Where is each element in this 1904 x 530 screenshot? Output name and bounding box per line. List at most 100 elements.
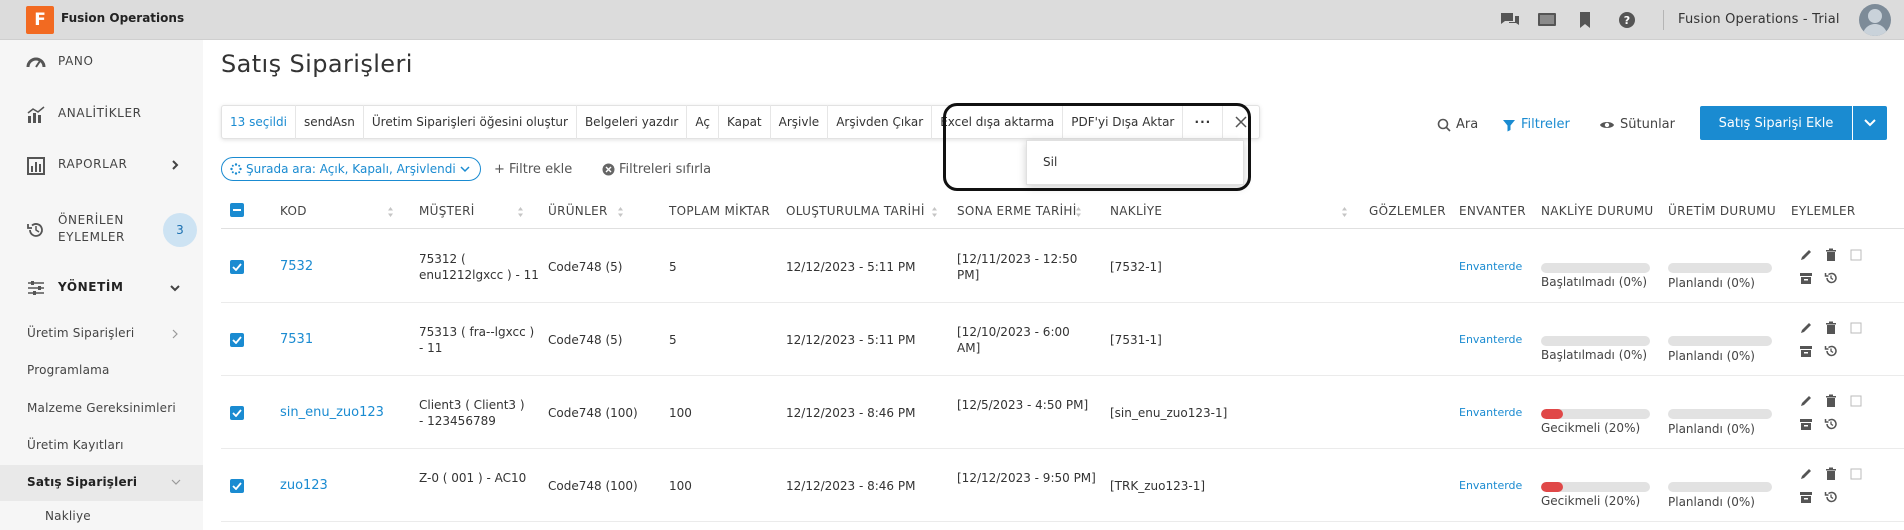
delete-icon[interactable]: [1824, 467, 1840, 483]
settings-sliders-icon: [26, 279, 46, 297]
sort-icon[interactable]: [931, 206, 938, 218]
expiry-date-line1: [12/5/2023 - 4:50 PM]: [957, 398, 1089, 412]
row-checkbox[interactable]: [230, 260, 244, 274]
sidebar-item-raporlar[interactable]: RAPORLAR: [0, 147, 203, 183]
reset-filters-label: Filtreleri sıfırla: [619, 162, 712, 177]
create-production-orders-button[interactable]: Üretim Siparişleri öğesini oluştur: [364, 105, 577, 139]
history-icon[interactable]: [1824, 344, 1840, 360]
select-box-icon[interactable]: [1849, 467, 1865, 483]
sidebar-sub-uretim-kayitlari[interactable]: Üretim Kayıtları: [27, 438, 124, 452]
select-all-checkbox[interactable]: [230, 203, 244, 217]
column-header-urunler[interactable]: ÜRÜNLER: [548, 204, 608, 218]
edit-icon[interactable]: [1799, 394, 1815, 410]
sidebar-sub-programlama[interactable]: Programlama: [27, 363, 110, 377]
column-header-toplam-miktar[interactable]: TOPLAM MİKTAR: [669, 204, 770, 218]
edit-icon[interactable]: [1799, 248, 1815, 264]
help-icon[interactable]: ?: [1617, 11, 1637, 29]
column-header-uretim-durumu[interactable]: ÜRETİM DURUMU: [1668, 204, 1776, 218]
add-sales-order-dropdown[interactable]: [1853, 106, 1887, 140]
screen-icon[interactable]: [1537, 11, 1557, 29]
inventory-link[interactable]: Envanterde: [1459, 259, 1522, 275]
sidebar-sub-satis-siparisleri[interactable]: Satış Siparişleri: [27, 475, 137, 489]
column-header-sona-erme-tarihi[interactable]: SONA ERME TARİHİ: [957, 204, 1077, 218]
delete-icon[interactable]: [1824, 394, 1840, 410]
sort-icon[interactable]: [387, 206, 394, 218]
app-logo[interactable]: F: [26, 6, 54, 34]
print-documents-button[interactable]: Belgeleri yazdır: [577, 105, 688, 139]
search-button[interactable]: Ara: [1437, 117, 1478, 132]
order-code-link[interactable]: zuo123: [280, 478, 328, 494]
history-icon[interactable]: [1824, 271, 1840, 287]
delete-icon[interactable]: [1824, 321, 1840, 337]
order-code-link[interactable]: sin_enu_zuo123: [280, 405, 384, 421]
row-checkbox[interactable]: [230, 406, 244, 420]
sidebar-item-pano[interactable]: PANO: [0, 44, 203, 80]
send-asn-button[interactable]: sendAsn: [296, 105, 364, 139]
archive-icon[interactable]: [1799, 344, 1815, 360]
inventory-link[interactable]: Envanterde: [1459, 332, 1522, 348]
column-header-kod[interactable]: KOD: [280, 204, 307, 218]
shipping-progress-bar: [1541, 409, 1650, 419]
chat-icon[interactable]: [1500, 11, 1520, 29]
inventory-link[interactable]: Envanterde: [1459, 405, 1522, 421]
sidebar-item-onerilen-eylemler[interactable]: ÖNERİLEN EYLEMLER 3: [0, 206, 203, 254]
shipping-progress-bar: [1541, 482, 1650, 492]
sidebar-sub-nakliye[interactable]: Nakliye: [45, 509, 91, 523]
column-header-musteri[interactable]: MÜŞTERİ: [419, 204, 475, 218]
page-title: Satış Siparişleri: [221, 50, 413, 78]
inventory-link[interactable]: Envanterde: [1459, 478, 1522, 494]
selected-count[interactable]: 13 seçildi: [222, 105, 296, 139]
table-row[interactable]: 7531 75313 ( fra--lgxcc ) - 11 Code748 (5) 5…: [221, 303, 1904, 376]
tenant-name[interactable]: Fusion Operations - Trial: [1678, 12, 1840, 27]
quantity-cell: 100: [669, 406, 692, 420]
edit-icon[interactable]: [1799, 467, 1815, 483]
open-button[interactable]: Aç: [687, 105, 719, 139]
search-scope-filter-chip[interactable]: Şurada ara: Açık, Kapalı, Arşivlendi: [221, 157, 481, 181]
sort-icon[interactable]: [1075, 206, 1082, 218]
reset-filters-button[interactable]: Filtreleri sıfırla: [602, 162, 711, 177]
add-filter-button[interactable]: + Filtre ekle: [494, 162, 572, 177]
close-button[interactable]: Kapat: [719, 105, 771, 139]
columns-button[interactable]: Sütunlar: [1599, 117, 1675, 132]
shipping-progress-bar: [1541, 336, 1650, 346]
sort-icon[interactable]: [517, 206, 524, 218]
column-header-nakliye[interactable]: NAKLİYE: [1110, 204, 1162, 218]
history-icon[interactable]: [1824, 490, 1840, 506]
avatar[interactable]: [1859, 4, 1891, 36]
add-sales-order-button[interactable]: Satış Siparişi Ekle: [1700, 106, 1852, 140]
table-row[interactable]: zuo123 Z-0 ( 001 ) - AC10 Code748 (100) 100…: [221, 449, 1904, 522]
shipping-cell: [TRK_zuo123-1]: [1110, 479, 1206, 493]
filters-button[interactable]: Filtreler: [1502, 117, 1570, 132]
quantity-cell: 5: [669, 260, 677, 274]
column-header-envanter[interactable]: ENVANTER: [1459, 204, 1526, 218]
sidebar-item-analitikler[interactable]: ANALİTİKLER: [0, 96, 203, 132]
unarchive-button[interactable]: Arşivden Çıkar: [828, 105, 933, 139]
archive-icon[interactable]: [1799, 490, 1815, 506]
archive-icon[interactable]: [1799, 271, 1815, 287]
sidebar-sub-malzeme-gereksinimleri[interactable]: Malzeme Gereksinimleri: [27, 401, 176, 415]
table-row[interactable]: sin_enu_zuo123 Client3 ( Client3 ) - 12345…: [221, 376, 1904, 449]
column-header-gozlemler[interactable]: GÖZLEMLER: [1369, 204, 1446, 218]
bookmark-icon[interactable]: [1575, 11, 1595, 29]
delete-icon[interactable]: [1824, 248, 1840, 264]
sort-icon[interactable]: [617, 206, 624, 218]
row-checkbox[interactable]: [230, 333, 244, 347]
select-box-icon[interactable]: [1849, 321, 1865, 337]
sidebar-sub-uretim-siparisleri[interactable]: Üretim Siparişleri: [27, 326, 134, 340]
edit-icon[interactable]: [1799, 321, 1815, 337]
table-row[interactable]: 7532 75312 (enu1212lgxcc ) - 11 Code748 (5…: [221, 230, 1904, 303]
row-checkbox[interactable]: [230, 479, 244, 493]
sidebar-item-yonetim[interactable]: YÖNETİM: [0, 270, 203, 306]
order-code-link[interactable]: 7531: [280, 332, 313, 348]
order-code-link[interactable]: 7532: [280, 259, 313, 275]
history-icon[interactable]: [1824, 417, 1840, 433]
production-progress-bar: [1668, 482, 1772, 492]
select-box-icon[interactable]: [1849, 248, 1865, 264]
sort-icon[interactable]: [1341, 206, 1348, 218]
column-header-olusturulma-tarihi[interactable]: OLUŞTURULMA TARİHİ: [786, 204, 925, 218]
archive-button[interactable]: Arşivle: [771, 105, 829, 139]
archive-icon[interactable]: [1799, 417, 1815, 433]
column-header-nakliye-durumu[interactable]: NAKLİYE DURUMU: [1541, 204, 1654, 218]
select-box-icon[interactable]: [1849, 394, 1865, 410]
customer-line2: - 123456789: [419, 414, 496, 428]
